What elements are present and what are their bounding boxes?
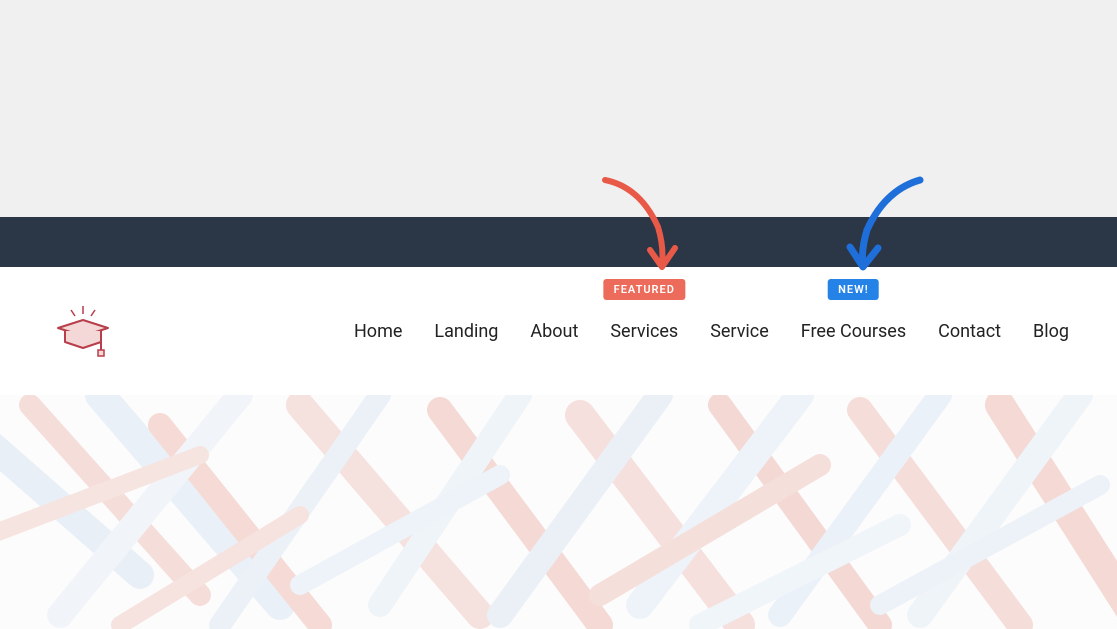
nav-items-container: Home Landing About FEATURED Services Ser… [354,321,1069,342]
hero-background-area [0,395,1117,629]
nav-item-about[interactable]: About [530,321,578,342]
top-dark-bar [0,217,1117,267]
nav-label: Services [610,321,678,342]
nav-item-free-courses[interactable]: NEW! Free Courses [801,321,906,342]
nav-label: Service [710,321,769,342]
new-badge: NEW! [828,279,879,300]
site-logo[interactable] [48,301,118,361]
annotation-arrow-red [590,172,690,277]
nav-label: Home [354,321,402,342]
main-navigation-bar: Home Landing About FEATURED Services Ser… [0,267,1117,395]
nav-item-service[interactable]: Service [710,321,769,342]
paint-texture-background [0,395,1117,629]
annotation-arrow-blue [835,172,935,277]
nav-item-contact[interactable]: Contact [938,321,1001,342]
top-gray-area [0,0,1117,217]
nav-label: Contact [938,321,1001,342]
nav-label: Free Courses [801,321,906,342]
nav-label: Landing [434,321,498,342]
nav-label: Blog [1033,321,1069,342]
nav-label: About [530,321,578,342]
featured-badge: FEATURED [604,279,685,300]
graduation-cap-icon [53,304,113,359]
nav-item-landing[interactable]: Landing [434,321,498,342]
nav-item-home[interactable]: Home [354,321,402,342]
nav-item-blog[interactable]: Blog [1033,321,1069,342]
nav-item-services[interactable]: FEATURED Services [610,321,678,342]
